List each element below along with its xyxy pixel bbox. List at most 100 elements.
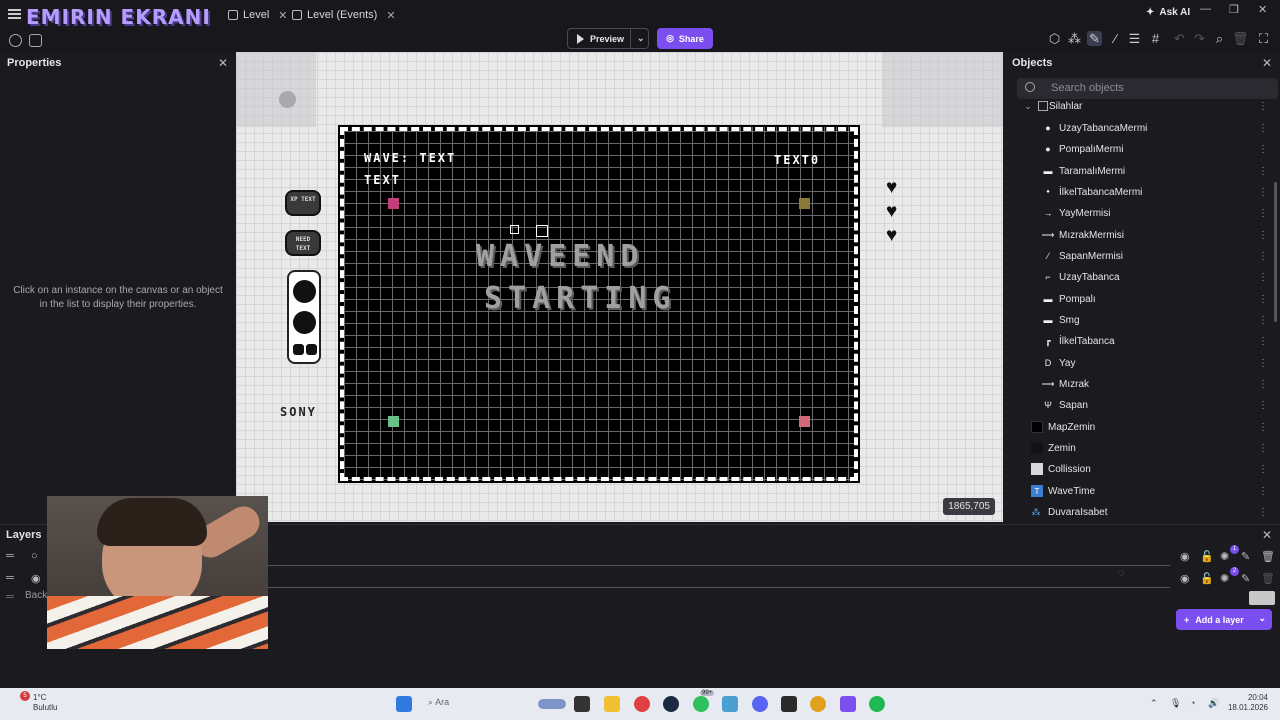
more-icon[interactable]: ⋮ bbox=[1258, 443, 1268, 454]
task-view-icon[interactable] bbox=[574, 696, 590, 712]
close-window-icon[interactable]: ✕ bbox=[1258, 3, 1267, 16]
file-explorer-icon[interactable] bbox=[604, 696, 620, 712]
taskbar-search[interactable]: ⌕ Ara bbox=[428, 697, 449, 708]
chevron-down-icon[interactable]: ⌄ bbox=[1258, 613, 1266, 624]
objects-scrollbar[interactable] bbox=[1274, 182, 1277, 322]
tray-chevron-icon[interactable]: ⌃ bbox=[1150, 698, 1158, 709]
lighting-icon[interactable]: ✺ bbox=[1220, 550, 1229, 563]
pad-square[interactable] bbox=[293, 344, 304, 355]
radio-selected-icon[interactable]: ◉ bbox=[31, 572, 41, 585]
fullscreen-icon[interactable]: ⛶ bbox=[1256, 31, 1271, 46]
trash-icon[interactable]: 🗑 bbox=[1261, 550, 1275, 563]
xp-text-button[interactable]: XP TEXT bbox=[285, 190, 321, 216]
more-icon[interactable]: ⋮ bbox=[1258, 187, 1268, 198]
object-item[interactable]: ⟶ Mızrak ⋮ bbox=[1005, 375, 1280, 393]
olive-square[interactable] bbox=[799, 198, 810, 209]
object-folder-silahlar[interactable]: ⌄ Silahlar ⋮ bbox=[1005, 97, 1280, 115]
spotify-icon[interactable] bbox=[869, 696, 885, 712]
more-icon[interactable]: ⋮ bbox=[1258, 294, 1268, 305]
volume-icon[interactable]: 🔊 bbox=[1208, 698, 1219, 709]
text-label[interactable]: TEXT bbox=[364, 173, 401, 187]
layer-row-2[interactable] bbox=[268, 587, 1170, 588]
object-item[interactable]: ● PompalıMermi ⋮ bbox=[1005, 140, 1280, 158]
cursor-marker[interactable] bbox=[536, 225, 548, 237]
pink-square[interactable] bbox=[388, 198, 399, 209]
share-button[interactable]: ◎ Share bbox=[657, 28, 713, 49]
object-item[interactable]: → YayMermisi ⋮ bbox=[1005, 204, 1280, 222]
more-icon[interactable]: ⋮ bbox=[1258, 358, 1268, 369]
trash-icon[interactable]: 🗑 bbox=[1261, 572, 1275, 585]
more-icon[interactable]: ⋮ bbox=[1258, 400, 1268, 411]
object-item[interactable]: ▬ TaramalıMermi ⋮ bbox=[1005, 162, 1280, 180]
more-icon[interactable]: ⋮ bbox=[1258, 208, 1268, 219]
tab-level-events[interactable]: Level (Events) ✕ bbox=[292, 6, 396, 24]
need-text-button[interactable]: NEED TEXT bbox=[285, 230, 321, 256]
object-item[interactable]: ⌐ UzayTabanca ⋮ bbox=[1005, 268, 1280, 286]
wave-text[interactable]: WAVE: TEXT bbox=[364, 151, 456, 165]
grid-icon[interactable]: # bbox=[1148, 31, 1163, 46]
more-icon[interactable]: ⋮ bbox=[1258, 422, 1268, 433]
wifi-icon[interactable]: ◔ bbox=[1190, 698, 1195, 708]
layer-row-1[interactable] bbox=[268, 565, 1170, 566]
object-item[interactable]: ▬ Smg ⋮ bbox=[1005, 311, 1280, 329]
more-icon[interactable]: ⋮ bbox=[1258, 336, 1268, 347]
discord-icon[interactable] bbox=[752, 696, 768, 712]
edit-tool-icon[interactable]: ✎ bbox=[1087, 31, 1102, 46]
cursor-marker[interactable] bbox=[510, 225, 519, 234]
object-item[interactable]: MapZemin ⋮ bbox=[1005, 418, 1280, 436]
object-item[interactable]: Ψ Sapan ⋮ bbox=[1005, 396, 1280, 414]
tab-level[interactable]: Level ✕ bbox=[228, 6, 288, 24]
waveend-text[interactable]: WAVEEND bbox=[476, 239, 644, 274]
cubes-icon[interactable]: ⁂ bbox=[1067, 31, 1082, 46]
chrome-icon[interactable] bbox=[810, 696, 826, 712]
more-icon[interactable]: ⋮ bbox=[1258, 464, 1268, 475]
layers-icon[interactable]: ☰ bbox=[1127, 31, 1142, 46]
radio-icon[interactable]: ○ bbox=[31, 550, 38, 562]
drag-handle-icon[interactable]: ═ bbox=[6, 550, 14, 562]
taskbar-clock[interactable]: 20:04 18.01.2026 bbox=[1226, 693, 1268, 713]
object-item[interactable]: D Yay ⋮ bbox=[1005, 354, 1280, 372]
whatsapp-icon[interactable] bbox=[693, 696, 709, 712]
windows-start-icon[interactable] bbox=[396, 696, 412, 712]
drag-handle-icon[interactable]: ═ bbox=[6, 591, 14, 603]
menu-icon[interactable] bbox=[8, 9, 21, 19]
add-layer-button[interactable]: + Add a layer ⌄ bbox=[1176, 609, 1272, 630]
game-screen[interactable]: WAVE: TEXT TEXT TEXT0 WAVEEND STARTING bbox=[338, 125, 860, 483]
opera-icon[interactable] bbox=[634, 696, 650, 712]
object-item[interactable]: ⁂ DuvaraIsabet ⋮ bbox=[1005, 503, 1280, 521]
gray-circle-object[interactable] bbox=[279, 91, 296, 108]
background-color-swatch[interactable] bbox=[1249, 591, 1275, 605]
save-icon[interactable] bbox=[29, 34, 42, 47]
close-icon[interactable]: ✕ bbox=[218, 56, 228, 70]
object-item[interactable]: ┏ İlkelTabanca ⋮ bbox=[1005, 332, 1280, 350]
heart-icon[interactable]: ♥ bbox=[886, 225, 897, 247]
more-icon[interactable]: ⋮ bbox=[1258, 251, 1268, 262]
pad-square[interactable] bbox=[306, 344, 317, 355]
eye-icon[interactable]: ◉ bbox=[1180, 550, 1190, 563]
more-icon[interactable]: ⋮ bbox=[1258, 101, 1268, 112]
more-icon[interactable]: ⋮ bbox=[1258, 379, 1268, 390]
lock-icon[interactable]: 🔓 bbox=[1200, 550, 1214, 563]
zoom-icon[interactable]: ⌕ bbox=[1212, 31, 1227, 46]
microphone-icon[interactable]: 🎙 bbox=[1170, 698, 1181, 709]
gdevelop-icon[interactable] bbox=[840, 696, 856, 712]
control-pad[interactable] bbox=[287, 270, 321, 364]
starting-text[interactable]: STARTING bbox=[484, 281, 677, 316]
redo-icon[interactable]: ↷ bbox=[1192, 31, 1207, 46]
history-icon[interactable] bbox=[9, 34, 22, 47]
pad-button[interactable] bbox=[293, 280, 316, 303]
chevron-down-icon[interactable]: ⌄ bbox=[637, 33, 645, 44]
heart-icon[interactable]: ♥ bbox=[886, 201, 897, 223]
edit-icon[interactable]: ✎ bbox=[1241, 550, 1250, 563]
lock-icon[interactable]: 🔓 bbox=[1200, 572, 1214, 585]
close-icon[interactable]: ✕ bbox=[386, 9, 395, 22]
edit-icon[interactable]: ✎ bbox=[1241, 572, 1250, 585]
green-square[interactable] bbox=[388, 416, 399, 427]
more-icon[interactable]: ⋮ bbox=[1258, 507, 1268, 518]
object-item[interactable]: ● İlkelTabancaMermi ⋮ bbox=[1005, 183, 1280, 201]
more-icon[interactable]: ⋮ bbox=[1258, 123, 1268, 134]
app-icon[interactable] bbox=[781, 696, 797, 712]
object-item[interactable]: ● UzayTabancaMermi ⋮ bbox=[1005, 119, 1280, 137]
salmon-square[interactable] bbox=[799, 416, 810, 427]
object-item[interactable]: ⟶ MızrakMermisi ⋮ bbox=[1005, 226, 1280, 244]
